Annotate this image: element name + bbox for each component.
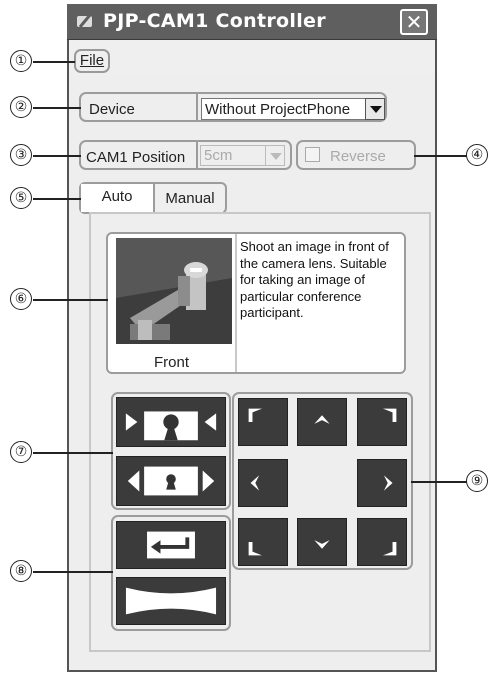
menu-bar	[69, 40, 435, 76]
wide-view-icon[interactable]	[116, 577, 226, 625]
callout-4-leader	[414, 155, 467, 157]
callout-3: ③	[10, 144, 32, 166]
device-label: Device	[89, 101, 135, 118]
window-title: PJP-CAM1 Controller	[103, 10, 326, 32]
callout-6: ⑥	[10, 288, 32, 310]
app-icon	[77, 14, 92, 28]
arrow-right-icon[interactable]	[357, 459, 407, 507]
arrow-down-right-icon[interactable]	[357, 518, 407, 566]
callout-5-leader	[33, 198, 81, 200]
preset-divider	[235, 234, 237, 372]
device-divider	[196, 94, 198, 120]
front-preset-thumbnail	[116, 238, 232, 344]
callout-7: ⑦	[10, 441, 32, 463]
zoom-out-button[interactable]	[116, 456, 226, 506]
zoom-in-button[interactable]	[116, 397, 226, 447]
callout-2: ②	[10, 96, 32, 118]
callout-9-leader	[411, 481, 467, 483]
preset-description: Shoot an image in front of the camera le…	[240, 239, 389, 320]
callout-7-leader	[33, 452, 113, 454]
tab-manual[interactable]: Manual	[157, 185, 223, 212]
arrow-up-icon[interactable]	[297, 398, 347, 446]
position-divider	[196, 142, 198, 168]
chevron-down-icon[interactable]	[265, 145, 285, 166]
callout-5: ⑤	[10, 187, 32, 209]
reverse-label: Reverse	[330, 148, 386, 165]
callout-9: ⑨	[466, 470, 488, 492]
callout-3-leader	[33, 155, 81, 157]
callout-1: ①	[10, 50, 32, 72]
tab-auto[interactable]: Auto	[81, 184, 155, 212]
arrow-down-icon[interactable]	[297, 518, 347, 566]
preset-caption: Front	[154, 354, 190, 371]
menu-file[interactable]: File	[74, 49, 110, 73]
callout-6-leader	[33, 299, 108, 301]
callout-4: ④	[466, 144, 488, 166]
arrow-down-left-icon[interactable]	[238, 518, 288, 566]
callout-8: ⑧	[10, 560, 32, 582]
cam-position-select[interactable]: 5cm	[200, 145, 266, 166]
chevron-down-icon[interactable]	[365, 98, 385, 120]
callout-2-leader	[33, 107, 81, 109]
callout-1-leader	[33, 61, 75, 63]
arrow-up-right-icon[interactable]	[357, 398, 407, 446]
callout-8-leader	[33, 571, 113, 573]
return-icon[interactable]	[116, 521, 226, 569]
arrow-up-left-icon[interactable]	[238, 398, 288, 446]
reverse-checkbox[interactable]	[305, 147, 320, 162]
device-select[interactable]: Without ProjectPhone	[201, 98, 367, 120]
arrow-left-icon[interactable]	[238, 459, 288, 507]
close-button[interactable]: ✕	[400, 9, 428, 35]
cam-position-label: CAM1 Position	[86, 149, 186, 166]
menu-file-label: File	[79, 52, 105, 69]
